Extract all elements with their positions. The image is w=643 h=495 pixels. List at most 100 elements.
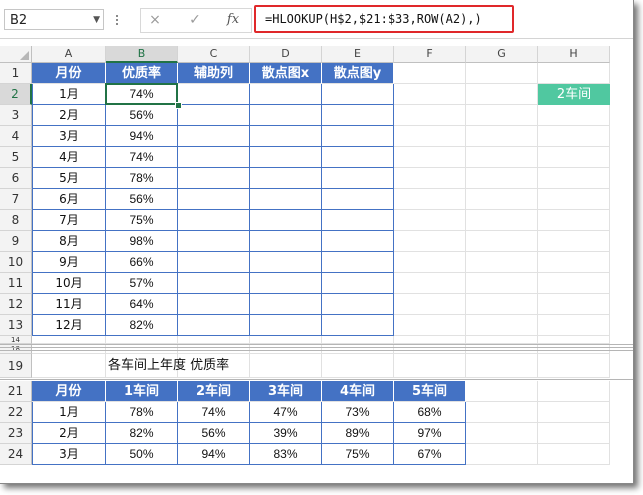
grid-cell[interactable] xyxy=(466,354,538,378)
table1-rate-cell[interactable]: 64% xyxy=(106,294,178,315)
row-header-22[interactable]: 22 xyxy=(0,402,32,423)
grid-cell[interactable] xyxy=(394,273,466,294)
grid-cell[interactable] xyxy=(538,294,610,315)
table1-empty-cell[interactable] xyxy=(178,105,250,126)
table1-empty-cell[interactable] xyxy=(178,147,250,168)
table1-empty-cell[interactable] xyxy=(250,252,322,273)
column-header-f[interactable]: F xyxy=(394,46,466,63)
row-header-13[interactable]: 13 xyxy=(0,315,32,336)
table1-rate-cell[interactable]: 56% xyxy=(106,105,178,126)
row-header-4[interactable]: 4 xyxy=(0,126,32,147)
table1-empty-cell[interactable] xyxy=(250,84,322,105)
table1-empty-cell[interactable] xyxy=(178,294,250,315)
grid-cell[interactable] xyxy=(538,354,610,378)
grid-cell[interactable] xyxy=(466,231,538,252)
grid-cell[interactable] xyxy=(322,354,394,378)
grid-cell[interactable] xyxy=(538,273,610,294)
table1-empty-cell[interactable] xyxy=(322,231,394,252)
chevron-down-icon[interactable]: ▼ xyxy=(93,10,100,31)
insert-function-icon[interactable]: fx xyxy=(221,10,245,30)
table1-month-cell[interactable]: 7月 xyxy=(32,210,106,231)
table1-month-cell[interactable]: 6月 xyxy=(32,189,106,210)
name-box[interactable]: B2 ▼ xyxy=(4,9,104,30)
grid-cell[interactable] xyxy=(466,210,538,231)
grid-cell[interactable] xyxy=(466,294,538,315)
grid-cell[interactable] xyxy=(466,63,538,84)
column-header-e[interactable]: E xyxy=(322,46,394,63)
table1-rate-cell[interactable]: 75% xyxy=(106,210,178,231)
table2-rate-cell[interactable]: 78% xyxy=(106,402,178,423)
grid-cell[interactable] xyxy=(394,231,466,252)
table1-empty-cell[interactable] xyxy=(250,273,322,294)
grid-cell[interactable] xyxy=(538,168,610,189)
grid-cell[interactable] xyxy=(538,381,610,402)
grid-cell[interactable] xyxy=(466,423,538,444)
grid-cell[interactable] xyxy=(538,315,610,336)
table2-month-cell[interactable]: 1月 xyxy=(32,402,106,423)
fill-handle[interactable] xyxy=(175,102,182,109)
table1-rate-cell[interactable]: 66% xyxy=(106,252,178,273)
table2-rate-cell[interactable]: 89% xyxy=(322,423,394,444)
row-header-3[interactable]: 3 xyxy=(0,105,32,126)
grid-cell[interactable] xyxy=(394,252,466,273)
table1-rate-cell[interactable]: 74% xyxy=(106,84,178,105)
table1-rate-cell[interactable]: 57% xyxy=(106,273,178,294)
grid-cell[interactable] xyxy=(394,105,466,126)
table1-empty-cell[interactable] xyxy=(178,84,250,105)
table1-empty-cell[interactable] xyxy=(322,126,394,147)
table1-empty-cell[interactable] xyxy=(250,294,322,315)
table2-month-cell[interactable]: 2月 xyxy=(32,423,106,444)
grid-cell[interactable] xyxy=(538,105,610,126)
grid-cell[interactable] xyxy=(32,336,106,344)
grid-cell[interactable] xyxy=(538,189,610,210)
table1-month-cell[interactable]: 12月 xyxy=(32,315,106,336)
row-header-11[interactable]: 11 xyxy=(0,273,32,294)
grid-cell[interactable] xyxy=(250,336,322,344)
row-header-18[interactable]: 18 xyxy=(0,344,32,354)
table2-month-cell[interactable]: 3月 xyxy=(32,444,106,465)
grid-cell[interactable] xyxy=(394,354,466,378)
table1-month-cell[interactable]: 1月 xyxy=(32,84,106,105)
table1-empty-cell[interactable] xyxy=(178,189,250,210)
grid-cell[interactable] xyxy=(394,84,466,105)
table2-rate-cell[interactable]: 68% xyxy=(394,402,466,423)
table1-rate-cell[interactable]: 98% xyxy=(106,231,178,252)
grid-cell[interactable] xyxy=(538,63,610,84)
table1-empty-cell[interactable] xyxy=(322,210,394,231)
grid-cell[interactable] xyxy=(394,63,466,84)
row-header-2[interactable]: 2 xyxy=(0,84,32,105)
row-header-23[interactable]: 23 xyxy=(0,423,32,444)
table1-empty-cell[interactable] xyxy=(322,294,394,315)
grid-cell[interactable] xyxy=(466,126,538,147)
drag-handle-icon[interactable] xyxy=(115,13,119,27)
grid-cell[interactable] xyxy=(178,336,250,344)
table1-month-cell[interactable]: 5月 xyxy=(32,168,106,189)
grid-cell[interactable] xyxy=(538,126,610,147)
table1-empty-cell[interactable] xyxy=(250,231,322,252)
grid-cell[interactable] xyxy=(322,344,394,354)
table1-rate-cell[interactable]: 74% xyxy=(106,147,178,168)
grid-cell[interactable] xyxy=(538,344,610,354)
table2-rate-cell[interactable]: 73% xyxy=(322,402,394,423)
table1-empty-cell[interactable] xyxy=(178,315,250,336)
table1-empty-cell[interactable] xyxy=(250,147,322,168)
grid-cell[interactable] xyxy=(466,105,538,126)
grid-cell[interactable] xyxy=(466,252,538,273)
row-header-14[interactable]: 14 xyxy=(0,336,32,344)
grid-cell[interactable] xyxy=(466,344,538,354)
grid-cell[interactable] xyxy=(32,354,106,378)
table1-empty-cell[interactable] xyxy=(178,126,250,147)
table1-empty-cell[interactable] xyxy=(178,168,250,189)
table2-rate-cell[interactable]: 82% xyxy=(106,423,178,444)
table2-rate-cell[interactable]: 75% xyxy=(322,444,394,465)
table1-empty-cell[interactable] xyxy=(250,210,322,231)
table1-month-cell[interactable]: 8月 xyxy=(32,231,106,252)
row-header-10[interactable]: 10 xyxy=(0,252,32,273)
grid-cell[interactable] xyxy=(394,344,466,354)
table1-empty-cell[interactable] xyxy=(250,189,322,210)
row-header-8[interactable]: 8 xyxy=(0,210,32,231)
table1-empty-cell[interactable] xyxy=(322,252,394,273)
row-header-7[interactable]: 7 xyxy=(0,189,32,210)
grid-cell[interactable] xyxy=(466,381,538,402)
grid-cell[interactable] xyxy=(466,336,538,344)
